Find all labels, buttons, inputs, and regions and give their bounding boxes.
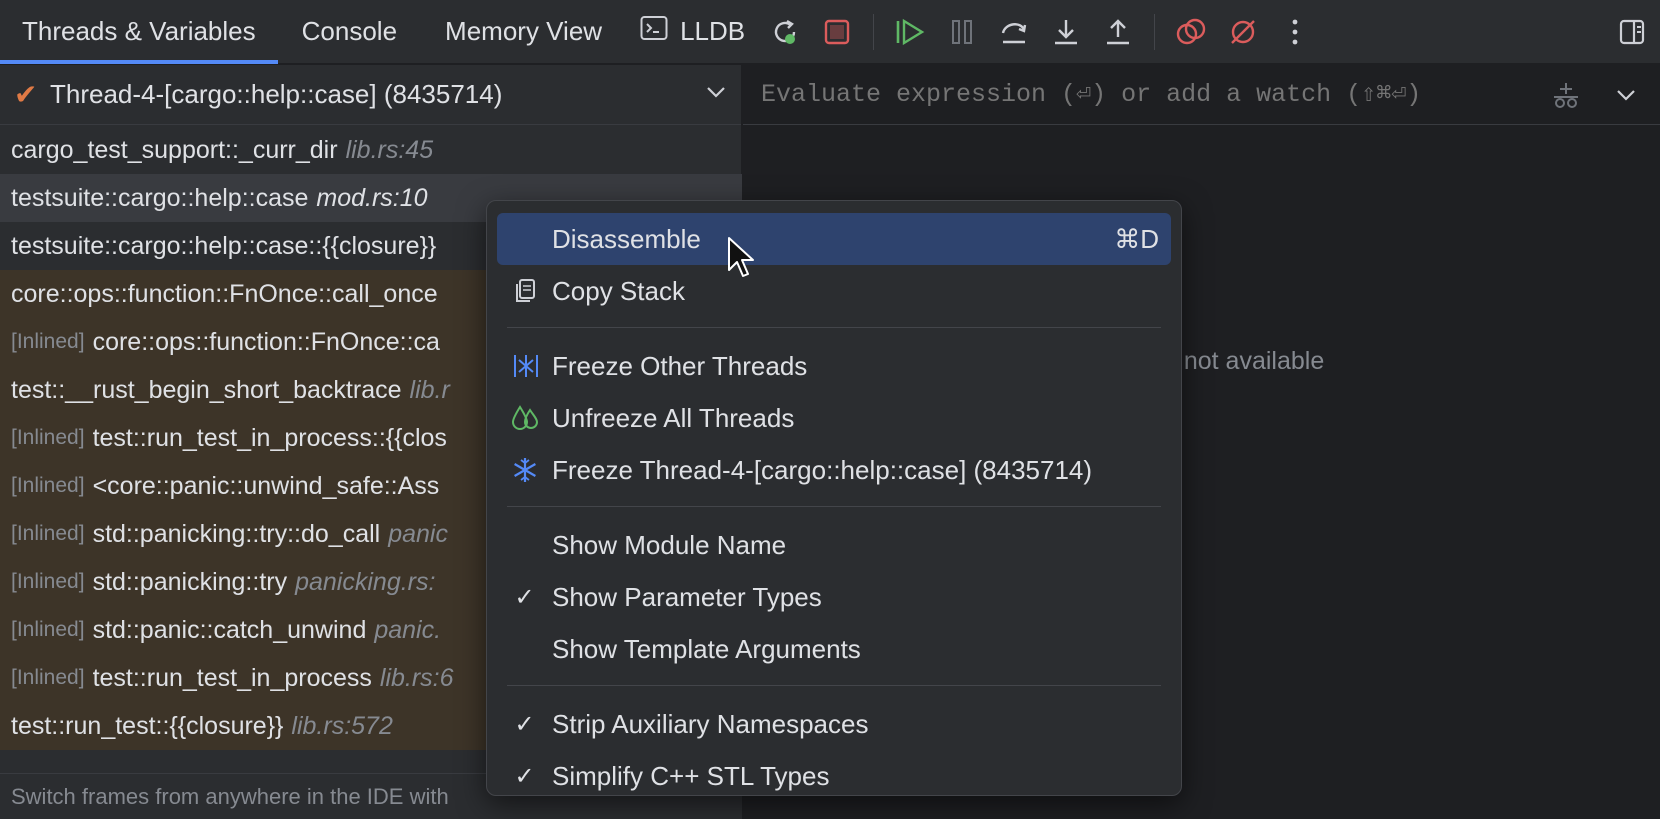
menu-item-strip-auxiliary-namespaces[interactable]: ✓ Strip Auxiliary Namespaces (497, 698, 1171, 750)
step-out-icon[interactable] (1100, 14, 1136, 50)
check-icon: ✔ (14, 79, 38, 110)
unfreeze-icon (497, 404, 552, 432)
thread-name: Thread-4-[cargo::help::case] (8435714) (50, 79, 503, 109)
thread-selector[interactable]: ✔ Thread-4-[cargo::help::case] (8435714) (0, 65, 741, 125)
menu-item-unfreeze-all-threads[interactable]: Unfreeze All Threads (497, 392, 1171, 444)
evaluate-expression-input[interactable] (761, 80, 1546, 109)
pause-icon[interactable] (944, 14, 980, 50)
menu-item-show-module-name[interactable]: Show Module Name (497, 519, 1171, 571)
menu-item-freeze-other-threads[interactable]: Freeze Other Threads (497, 340, 1171, 392)
menu-item-simplify-stl-types[interactable]: ✓ Simplify C++ STL Types (497, 750, 1171, 802)
frame-context-menu: Disassemble ⌘D Copy Stack Freeze Other T… (486, 200, 1182, 796)
step-over-icon[interactable] (996, 14, 1032, 50)
view-breakpoints-icon[interactable] (1173, 14, 1209, 50)
terminal-icon (640, 15, 668, 48)
freeze-other-icon (497, 352, 552, 380)
layout-settings-icon[interactable] (1614, 14, 1650, 50)
stop-icon[interactable] (819, 14, 855, 50)
mute-breakpoints-icon[interactable] (1225, 14, 1261, 50)
check-icon: ✓ (514, 583, 535, 611)
mouse-cursor-icon (728, 237, 754, 277)
check-icon: ✓ (514, 762, 535, 790)
toolbar-separator (1154, 13, 1156, 50)
chevron-down-icon (705, 85, 727, 104)
check-icon: ✓ (514, 710, 535, 738)
toolbar-separator (873, 13, 875, 50)
copy-icon (497, 278, 552, 304)
resume-icon[interactable] (892, 14, 928, 50)
frame-row[interactable]: cargo_test_support::_curr_dir lib.rs:45 (0, 126, 742, 174)
tab-console[interactable]: Console (278, 0, 421, 64)
menu-separator (507, 506, 1161, 507)
menu-separator (507, 685, 1161, 686)
more-options-icon[interactable] (1277, 14, 1313, 50)
shortcut-label: ⌘D (1114, 223, 1159, 254)
menu-item-show-template-arguments[interactable]: Show Template Arguments (497, 623, 1171, 675)
add-watch-icon[interactable] (1546, 75, 1586, 115)
menu-item-freeze-thread[interactable]: Freeze Thread-4-[cargo::help::case] (843… (497, 444, 1171, 496)
tab-threads-variables[interactable]: Threads & Variables (0, 0, 278, 64)
evaluate-bar (743, 65, 1660, 125)
tab-lldb[interactable]: LLDB (626, 0, 759, 64)
debugger-toolbar: Threads & Variables Console Memory View … (0, 0, 1660, 64)
menu-item-disassemble[interactable]: Disassemble ⌘D (497, 213, 1171, 265)
step-into-icon[interactable] (1048, 14, 1084, 50)
variables-unavailable-text: e not available (1163, 347, 1325, 375)
menu-item-copy-stack[interactable]: Copy Stack (497, 265, 1171, 317)
snowflake-icon (497, 456, 552, 484)
tab-memory-view[interactable]: Memory View (421, 0, 626, 64)
menu-item-show-parameter-types[interactable]: ✓ Show Parameter Types (497, 571, 1171, 623)
menu-separator (507, 327, 1161, 328)
rerun-icon[interactable] (767, 14, 803, 50)
chevron-down-icon[interactable] (1606, 75, 1646, 115)
